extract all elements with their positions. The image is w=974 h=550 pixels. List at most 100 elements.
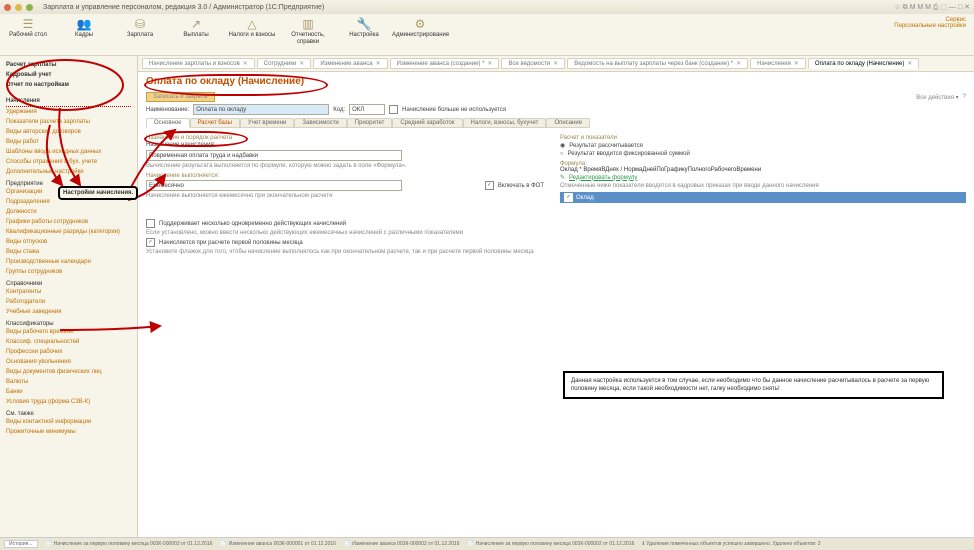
tb-nalogi[interactable]: △Налоги и взносы bbox=[224, 17, 280, 39]
exec-note: Начисление выполняется ежемесячно при ок… bbox=[146, 192, 552, 200]
window-titlebar: Зарплата и управление персоналом, редакц… bbox=[0, 0, 974, 14]
close-icon[interactable]: ✕ bbox=[299, 60, 304, 67]
sb-item[interactable]: Расчет зарплаты bbox=[6, 60, 131, 70]
subtab-desc[interactable]: Описание bbox=[546, 118, 590, 128]
tb-admin[interactable]: ⚙Администрирование bbox=[392, 17, 448, 39]
sb-item[interactable]: Кадровый учет bbox=[6, 70, 131, 80]
sb-item[interactable]: Контрагенты bbox=[6, 287, 131, 297]
tab[interactable]: Начисление зарплаты и взносов✕ bbox=[142, 58, 255, 69]
tab[interactable]: Ведомость на выплату зарплаты через банк… bbox=[567, 58, 748, 69]
radio[interactable]: ○ bbox=[560, 151, 564, 157]
code-input[interactable]: ОКЛ bbox=[349, 104, 385, 115]
status-item[interactable]: 📄 Начисление за первую половину месяца 0… bbox=[46, 541, 213, 547]
sb-item[interactable]: Условия труда (форма СЗВ-К) bbox=[6, 397, 131, 407]
notused-label: Начисление больше не используется bbox=[402, 107, 506, 113]
oklad-check[interactable]: ✓ bbox=[564, 193, 573, 202]
tab[interactable]: Сотрудники✕ bbox=[257, 58, 312, 69]
sb-item[interactable]: Виды авторских договоров bbox=[6, 127, 131, 137]
document-tabs: Начисление зарплаты и взносов✕ Сотрудник… bbox=[138, 56, 974, 72]
subtab-main[interactable]: Основное bbox=[146, 118, 190, 128]
name-input[interactable]: Оплата по окладу bbox=[193, 104, 329, 115]
sb-item[interactable]: Прожиточные минимумы bbox=[6, 427, 131, 437]
history-button[interactable]: История... bbox=[4, 540, 38, 548]
sb-item[interactable]: Отчет по настройкам bbox=[6, 80, 131, 90]
fot-checkbox[interactable]: ✓ bbox=[485, 181, 494, 190]
close-icon[interactable]: ✕ bbox=[907, 60, 912, 67]
personal-settings-link[interactable]: Персональные настройки bbox=[894, 23, 966, 29]
status-item[interactable]: 📄 Начисление за первую половину месяца 0… bbox=[468, 541, 635, 547]
tb-otchet[interactable]: ▥Отчетность, справки bbox=[280, 17, 336, 46]
subtab-tax[interactable]: Налоги, взносы, бухучет bbox=[463, 118, 547, 128]
sb-item[interactable]: Банки bbox=[6, 387, 131, 397]
close-icon[interactable]: ✕ bbox=[736, 60, 741, 67]
sidebar: Расчет зарплаты Кадровый учет Отчет по н… bbox=[0, 56, 138, 542]
sb-item[interactable]: Удержания bbox=[6, 107, 131, 117]
tab-active[interactable]: Оплата по окладу (Начисление)✕ bbox=[808, 58, 919, 69]
left-column: Назначение и порядок расчета Назначение … bbox=[146, 132, 552, 256]
sb-item[interactable]: Классиф. специальностей bbox=[6, 337, 131, 347]
subtab-prio[interactable]: Приоритет bbox=[347, 118, 393, 128]
close-icon[interactable]: ✕ bbox=[487, 60, 492, 67]
sb-item[interactable]: Виды документов физических лиц bbox=[6, 367, 131, 377]
sb-item[interactable]: Виды отпусков bbox=[6, 237, 131, 247]
sb-item[interactable]: Шаблоны ввода исходных данных bbox=[6, 147, 131, 157]
people-icon: 👥 bbox=[56, 17, 112, 31]
all-actions-button[interactable]: Все действия ▾ bbox=[916, 94, 958, 101]
edit-formula-link[interactable]: Редактировать формулу bbox=[569, 175, 637, 181]
tab[interactable]: Начисления✕ bbox=[750, 58, 806, 69]
tb-kadry[interactable]: 👥Кадры bbox=[56, 17, 112, 39]
help-icon[interactable]: ? bbox=[963, 94, 966, 100]
minimize-icon[interactable] bbox=[15, 4, 22, 11]
sb-item[interactable]: Производственные календари bbox=[6, 257, 131, 267]
tb-desktop[interactable]: ☰Рабочий стол bbox=[0, 17, 56, 39]
close-icon[interactable] bbox=[4, 4, 11, 11]
status-item[interactable]: 📄 Изменение аванса 003К-000001 от 01.12.… bbox=[220, 541, 336, 547]
sb-item[interactable]: Виды рабочего времени bbox=[6, 327, 131, 337]
close-icon[interactable]: ✕ bbox=[243, 60, 248, 67]
sb-item[interactable]: Профессии рабочих bbox=[6, 347, 131, 357]
sb-item[interactable]: Способы отражения в бух. учете bbox=[6, 157, 131, 167]
close-icon[interactable]: ✕ bbox=[794, 60, 799, 67]
close-icon[interactable]: ✕ bbox=[376, 60, 381, 67]
tb-zarplata[interactable]: ⛁Зарплата bbox=[112, 17, 168, 39]
menu-icon: ☰ bbox=[0, 17, 56, 31]
tab[interactable]: Изменение аванса✕ bbox=[313, 58, 387, 69]
arrow-icon: ↗ bbox=[168, 17, 224, 31]
tb-vyplaty[interactable]: ↗Выплаты bbox=[168, 17, 224, 39]
annotation-circle bbox=[144, 131, 248, 147]
tb-nastroika[interactable]: 🔧Настройка bbox=[336, 17, 392, 39]
multi-checkbox[interactable] bbox=[146, 219, 155, 228]
purpose-select[interactable]: Повременная оплата труда и надбавки bbox=[146, 150, 402, 161]
firsthalf-checkbox[interactable]: ✓ bbox=[146, 238, 155, 247]
sb-item[interactable]: Дополнительные настройки bbox=[6, 167, 131, 177]
subtab-base[interactable]: Расчет базы bbox=[190, 118, 240, 128]
tab[interactable]: Все ведомости✕ bbox=[501, 58, 565, 69]
sb-item[interactable]: Графики работы сотрудников bbox=[6, 217, 131, 227]
exec-select[interactable]: Ежемесячно bbox=[146, 180, 402, 191]
annotation-circle bbox=[144, 74, 328, 96]
sb-item[interactable]: Валюты bbox=[6, 377, 131, 387]
sb-item[interactable]: Виды контактной информации bbox=[6, 417, 131, 427]
sb-item[interactable]: Квалификационные разряды (категории) bbox=[6, 227, 131, 237]
subtab-dep[interactable]: Зависимости bbox=[294, 118, 346, 128]
notused-checkbox[interactable] bbox=[389, 105, 398, 114]
sb-item[interactable]: Работодатели bbox=[6, 297, 131, 307]
close-icon[interactable]: ✕ bbox=[553, 60, 558, 67]
doc-icon: ▥ bbox=[280, 17, 336, 31]
subtab-avg[interactable]: Средний заработок bbox=[392, 118, 462, 128]
maximize-icon[interactable] bbox=[26, 4, 33, 11]
radio[interactable]: ◉ bbox=[560, 142, 565, 149]
subtab-time[interactable]: Учет времени bbox=[240, 118, 294, 128]
tab[interactable]: Изменение аванса (создание) *✕ bbox=[390, 58, 500, 69]
sb-item[interactable]: Показатели расчета зарплаты bbox=[6, 117, 131, 127]
sb-item[interactable]: Группы сотрудников bbox=[6, 267, 131, 277]
sb-item[interactable]: Виды работ bbox=[6, 137, 131, 147]
sb-item[interactable]: Виды стажа bbox=[6, 247, 131, 257]
sb-item-selected[interactable]: Начисления bbox=[6, 96, 131, 107]
sb-item[interactable]: Основания увольнения bbox=[6, 357, 131, 367]
sb-item[interactable]: Учебные заведения bbox=[6, 307, 131, 317]
wrench-icon: 🔧 bbox=[336, 17, 392, 31]
oklad-row[interactable]: ✓Оклад bbox=[560, 192, 966, 203]
sb-item[interactable]: Должности bbox=[6, 207, 131, 217]
status-item[interactable]: 📄 Изменение аванса 003К-000002 от 01.12.… bbox=[344, 541, 460, 547]
